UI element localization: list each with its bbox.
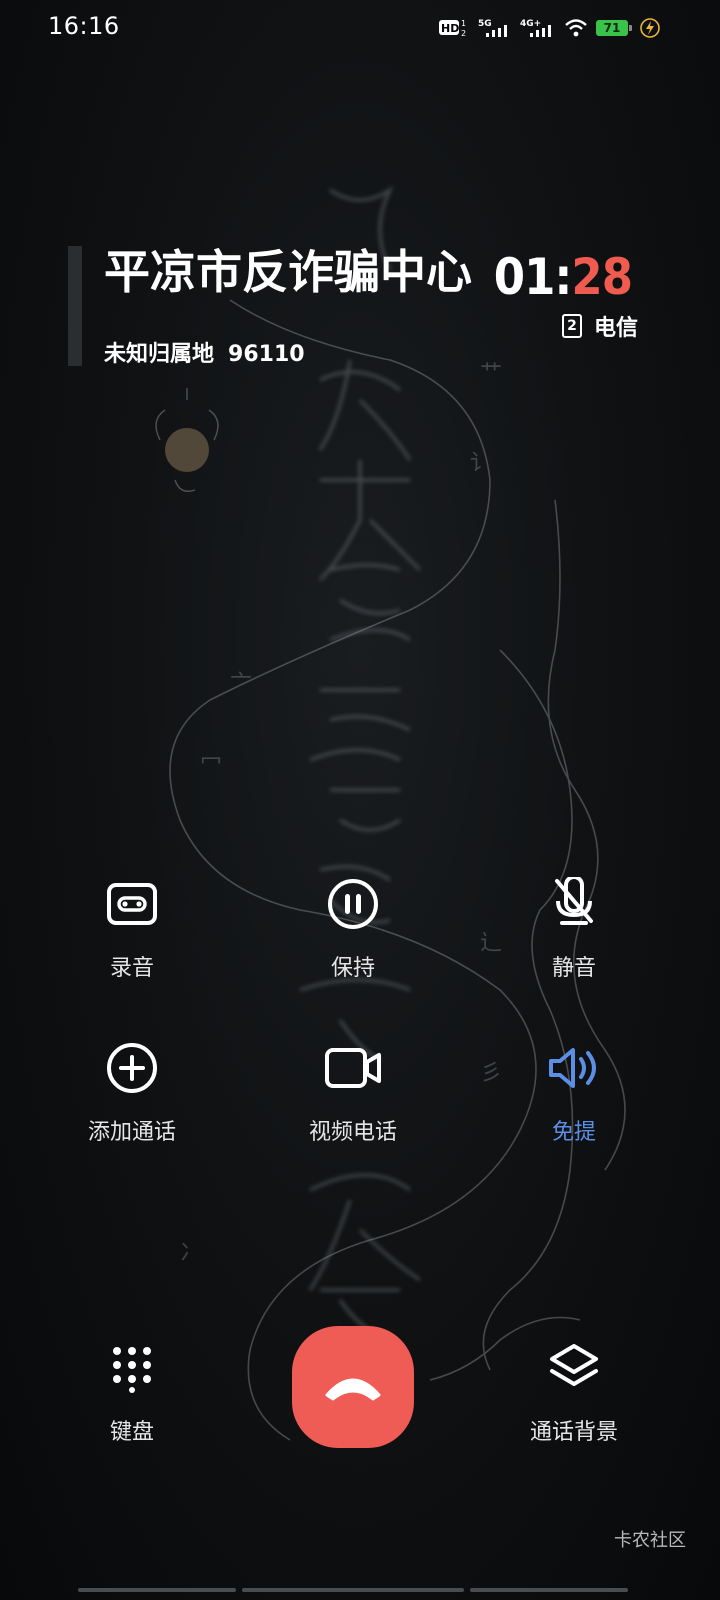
svg-text:5G: 5G [478,19,492,29]
caller-number: 96110 [228,342,305,367]
hd-voice-icon: HD 1 2 [439,19,466,38]
status-bar: 16:16 HD 1 2 5G 4G+ 71 [0,0,720,56]
call-timer: 01:28 [493,248,633,306]
charging-icon [640,18,660,38]
pause-icon [328,879,378,929]
add-call-label: 添加通话 [87,1120,176,1145]
video-call-button[interactable]: 视频电话 [253,1040,453,1146]
battery-level: 71 [603,21,621,35]
battery-icon: 71 [596,18,632,38]
wifi-icon [565,19,587,37]
carrier-info: 2 电信 [561,310,638,342]
svg-text:1: 1 [461,19,466,28]
add-call-icon [107,1043,157,1093]
mute-mic-icon [555,877,593,925]
signal-4g-icon: 4G+ [520,19,551,37]
svg-text:亠: 亠 [230,671,252,696]
speaker-button[interactable]: 免提 [474,1040,674,1146]
svg-text:艹: 艹 [480,361,502,386]
in-call-screen: 艹 讠 亠 冖 辶 彡 冫 16:16 HD 1 2 5G 4G+ 71 平凉市… [0,0,720,1600]
mute-button[interactable]: 静音 [474,876,674,982]
add-call-button[interactable]: 添加通话 [32,1040,232,1146]
svg-text:讠: 讠 [470,451,492,476]
caller-accent-bar [68,246,82,366]
mute-label: 静音 [551,956,596,981]
record-button[interactable]: 录音 [32,876,232,982]
status-time: 16:16 [48,12,120,40]
status-icons: HD 1 2 5G 4G+ 71 [438,14,660,42]
svg-text:4G+: 4G+ [520,19,541,29]
hang-up-icon [325,1378,381,1401]
svg-text:冖: 冖 [200,751,222,776]
record-label: 录音 [109,956,154,981]
carrier-name: 电信 [593,316,638,341]
nav-segment-right[interactable] [470,1588,628,1592]
svg-text:冫: 冫 [180,1241,202,1266]
watermark-text: 卡农社区 [614,1530,686,1551]
navigation-bar[interactable] [78,1588,638,1594]
keypad-label: 键盘 [109,1420,154,1445]
nav-segment-left[interactable] [78,1588,236,1592]
keypad-icon [113,1347,151,1393]
video-camera-icon [325,1048,381,1088]
signal-5g-icon: 5G [478,19,507,37]
svg-text:2: 2 [461,29,466,38]
speaker-icon [549,1048,596,1088]
layers-icon [550,1344,598,1386]
record-tape-icon [107,883,157,925]
call-timer-separator: : [554,248,572,306]
call-background-label: 通话背景 [529,1420,618,1445]
sim-slot-icon: 2 [561,314,582,338]
end-call-button[interactable] [292,1326,414,1448]
caller-detail: 未知归属地 96110 [104,336,305,368]
caller-location: 未知归属地 [104,342,215,367]
hold-button[interactable]: 保持 [253,876,453,982]
nav-segment-center[interactable] [242,1588,464,1592]
keypad-button[interactable]: 键盘 [32,1340,232,1446]
speaker-label: 免提 [551,1120,596,1145]
video-call-label: 视频电话 [308,1120,397,1145]
call-timer-seconds: 28 [571,248,633,306]
svg-text:HD: HD [441,22,459,35]
call-background-button[interactable]: 通话背景 [474,1340,674,1446]
call-timer-minutes: 01 [493,248,556,306]
hold-label: 保持 [330,956,375,981]
caller-name: 平凉市反诈骗中心 [104,245,472,299]
